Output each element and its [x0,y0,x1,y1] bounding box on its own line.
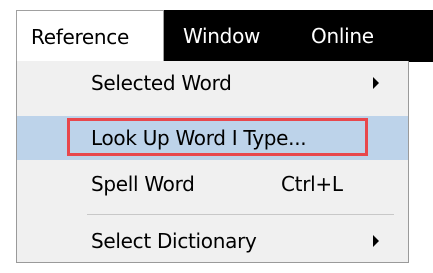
menu-item-select-dictionary[interactable]: Select Dictionary [17,219,408,263]
background-strip [0,263,433,273]
menubar-item-label: Reference [31,25,130,49]
menu-bar: Reference Window Online [16,10,433,62]
menubar-item-label: Online [311,24,374,48]
menu-item-label: Select Dictionary [91,229,257,253]
reference-dropdown-menu: Selected Word Look Up Word I Type... Spe… [16,61,409,263]
menu-separator [87,214,394,215]
highlight-callout-box [67,118,368,156]
menubar-item-label: Window [183,24,261,48]
menu-item-label: Spell Word [91,172,195,196]
submenu-arrow-icon [373,235,379,247]
submenu-arrow-icon [373,77,379,89]
menu-item-shortcut: Ctrl+L [281,172,343,196]
menu-item-selected-word[interactable]: Selected Word [17,61,408,105]
menu-item-label: Selected Word [91,71,232,95]
menu-item-spell-word[interactable]: Spell Word Ctrl+L [17,162,408,206]
menubar-item-online[interactable]: Online [311,10,421,62]
menubar-item-reference[interactable]: Reference [16,10,164,62]
menubar-item-window[interactable]: Window [183,10,285,62]
